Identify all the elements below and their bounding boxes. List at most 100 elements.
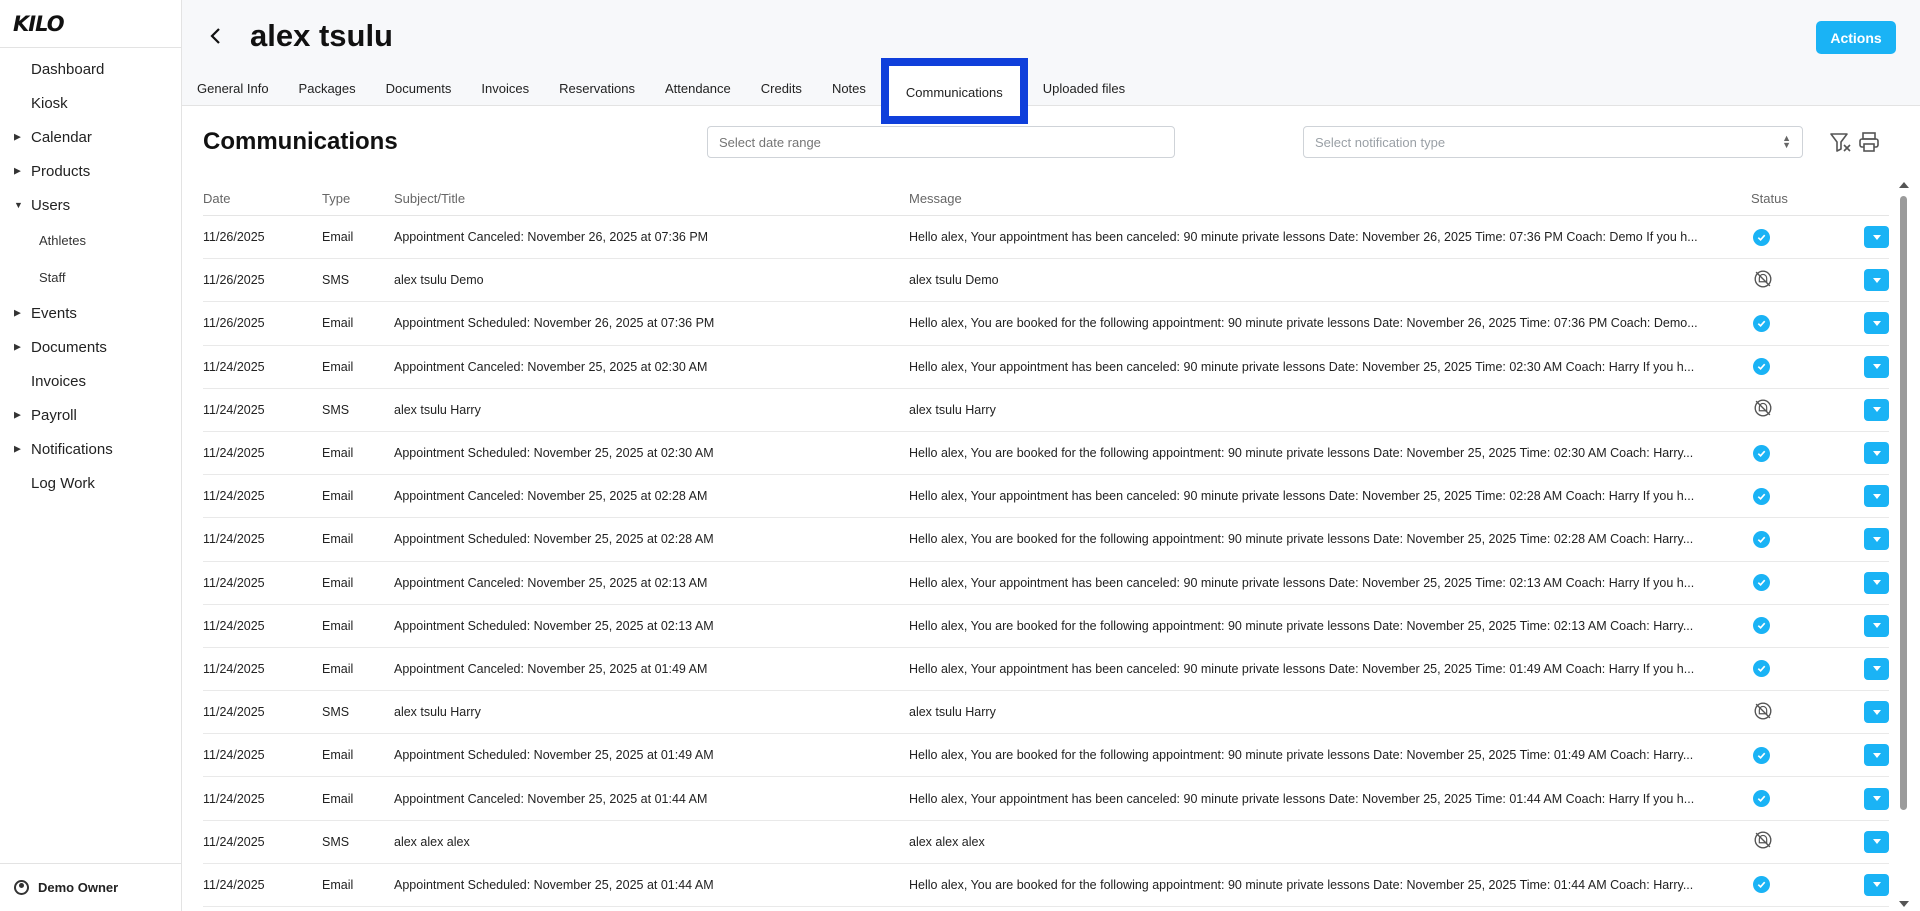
table-row[interactable]: 11/24/2025 Email Appointment Canceled: Nov…	[203, 648, 1889, 692]
chevron-down-icon	[1872, 407, 1881, 413]
sidebar-item-payroll[interactable]: ▶ Payroll	[0, 398, 181, 432]
tab-uploaded-files[interactable]: Uploaded files	[1028, 72, 1140, 106]
table-row[interactable]: 11/24/2025 Email Appointment Scheduled: No…	[203, 518, 1889, 562]
user-menu[interactable]: Demo Owner	[0, 863, 181, 911]
row-expand-button[interactable]	[1864, 744, 1889, 767]
tab-attendance[interactable]: Attendance	[650, 72, 746, 106]
table-row[interactable]: 11/24/2025 SMS alex tsulu Harry alex tsulu …	[203, 389, 1889, 432]
cell-date: 11/26/2025	[203, 316, 265, 331]
table-row[interactable]: 11/24/2025 Email Appointment Scheduled: No…	[203, 605, 1889, 648]
page-title: alex tsulu	[250, 18, 393, 53]
column-header-type[interactable]: Type	[322, 191, 394, 206]
cell-message: Hello alex, Your appointment has been ca…	[909, 791, 1695, 806]
tab-reservations[interactable]: Reservations	[544, 72, 650, 106]
column-header-subject-title[interactable]: Subject/Title	[394, 191, 909, 206]
actions-button[interactable]: Actions	[1816, 21, 1896, 54]
row-expand-button[interactable]	[1864, 528, 1889, 551]
row-expand-button[interactable]	[1864, 226, 1889, 249]
row-expand-button[interactable]	[1864, 614, 1889, 637]
sidebar-item-notifications[interactable]: ▶ Notifications	[0, 432, 181, 466]
column-header-date[interactable]: Date	[203, 191, 322, 206]
kilo-logo[interactable]: KILO	[0, 0, 181, 48]
tab-packages[interactable]: Packages	[284, 72, 371, 106]
filter-clear-icon[interactable]	[1829, 130, 1853, 154]
chevron-down-icon	[1872, 666, 1881, 672]
cell-message: Hello alex, You are booked for the follo…	[909, 316, 1698, 331]
caret-right-icon: ▶	[14, 341, 21, 352]
row-expand-button[interactable]	[1864, 830, 1889, 853]
table-row[interactable]: 11/24/2025 Email Appointment Scheduled: No…	[203, 864, 1889, 907]
row-expand-button[interactable]	[1864, 442, 1889, 465]
sidebar-subitem-staff[interactable]: Staff	[0, 259, 181, 296]
cell-date: 11/24/2025	[203, 618, 265, 633]
row-expand-button[interactable]	[1864, 485, 1889, 508]
cell-type: Email	[322, 877, 354, 892]
table-row[interactable]: 11/24/2025 SMS alex tsulu Harry alex tsulu …	[203, 691, 1889, 735]
sidebar-item-log-work[interactable]: Log Work	[0, 466, 181, 500]
row-expand-button[interactable]	[1864, 701, 1889, 724]
table-row[interactable]: 11/24/2025 Email Appointment Canceled: Nov…	[203, 475, 1889, 519]
printer-icon[interactable]	[1857, 130, 1881, 154]
sidebar-item-products[interactable]: ▶ Products	[0, 154, 181, 188]
sidebar-item-label: Events	[31, 304, 77, 322]
cell-message: Hello alex, Your appointment has been ca…	[909, 575, 1695, 590]
sidebar-item-label: Notifications	[31, 440, 113, 458]
cell-date: 11/24/2025	[203, 877, 265, 892]
sidebar-item-calendar[interactable]: ▶ Calendar	[0, 120, 181, 154]
tab-invoices[interactable]: Invoices	[466, 72, 544, 106]
row-expand-button[interactable]	[1864, 873, 1889, 896]
tab-general-info[interactable]: General Info	[182, 72, 284, 106]
tab-credits[interactable]: Credits	[746, 72, 817, 106]
row-expand-button[interactable]	[1864, 312, 1889, 335]
sidebar: KILO Dashboard Kiosk ▶ Calendar ▶ Products ▼ Us…	[0, 0, 182, 911]
row-expand-button[interactable]	[1864, 571, 1889, 594]
row-expand-button[interactable]	[1864, 657, 1889, 680]
sidebar-item-invoices[interactable]: Invoices	[0, 364, 181, 398]
sidebar-item-dashboard[interactable]: Dashboard	[0, 52, 181, 86]
notification-type-select[interactable]: Select notification type ▲ ▼	[1303, 126, 1803, 158]
table-row[interactable]: 11/24/2025 Email Appointment Scheduled: No…	[203, 432, 1889, 476]
sidebar-subitem-athletes[interactable]: Athletes	[0, 222, 181, 259]
chevron-down-icon	[1872, 580, 1881, 586]
table-scrollbar[interactable]	[1897, 182, 1909, 907]
check-icon	[1757, 622, 1766, 630]
cell-message: Hello alex, You are booked for the follo…	[909, 877, 1694, 892]
row-expand-button[interactable]	[1864, 787, 1889, 810]
scroll-up-icon[interactable]	[1899, 182, 1909, 188]
row-expand-button[interactable]	[1864, 398, 1889, 421]
caret-right-icon: ▶	[14, 443, 21, 454]
status-cell	[1751, 397, 1846, 422]
table-row[interactable]: 11/26/2025 Email Appointment Canceled: Nov…	[203, 216, 1889, 260]
cell-subject: Appointment Scheduled: November 26, 2025…	[394, 316, 715, 331]
column-header-message[interactable]: Message	[909, 191, 1751, 206]
back-button[interactable]	[204, 24, 228, 48]
sidebar-item-events[interactable]: ▶ Events	[0, 296, 181, 330]
check-icon	[1757, 493, 1766, 500]
scroll-down-icon[interactable]	[1899, 901, 1909, 907]
column-header-status[interactable]: Status	[1751, 191, 1846, 206]
check-icon	[1757, 752, 1766, 759]
tab-notes[interactable]: Notes	[817, 72, 881, 106]
date-range-input[interactable]	[707, 126, 1175, 158]
table-row[interactable]: 11/26/2025 SMS alex tsulu Demo alex tsulu D…	[203, 259, 1889, 303]
sidebar-item-users[interactable]: ▼ Users	[0, 188, 181, 222]
row-expand-button[interactable]	[1864, 269, 1889, 292]
table-row[interactable]: 11/24/2025 Email Appointment Canceled: Nov…	[203, 777, 1889, 821]
table-row[interactable]: 11/24/2025 Email Appointment Canceled: Nov…	[203, 346, 1889, 389]
tab-documents[interactable]: Documents	[371, 72, 467, 106]
chevron-down-icon	[1872, 320, 1881, 326]
bell-off-icon	[1754, 270, 1772, 288]
sidebar-item-label: Users	[31, 196, 71, 214]
table-row[interactable]: 11/24/2025 Email Appointment Canceled: Nov…	[203, 562, 1889, 605]
sidebar-item-kiosk[interactable]: Kiosk	[0, 86, 181, 120]
row-expand-button[interactable]	[1864, 355, 1889, 378]
table-row[interactable]: 11/24/2025 Email Appointment Scheduled: No…	[203, 734, 1889, 778]
scroll-thumb[interactable]	[1900, 196, 1907, 810]
check-circle-icon	[1753, 746, 1770, 764]
cell-message: Hello alex, You are booked for the follo…	[909, 618, 1694, 633]
sidebar-item-documents[interactable]: ▶ Documents	[0, 330, 181, 364]
check-circle-icon	[1753, 790, 1770, 808]
table-row[interactable]: 11/24/2025 SMS alex alex alex alex alex ale…	[203, 821, 1889, 864]
profile-tabs: General Info Packages Documents Invoices Res…	[182, 58, 1140, 124]
table-row[interactable]: 11/26/2025 Email Appointment Scheduled: No…	[203, 302, 1889, 346]
